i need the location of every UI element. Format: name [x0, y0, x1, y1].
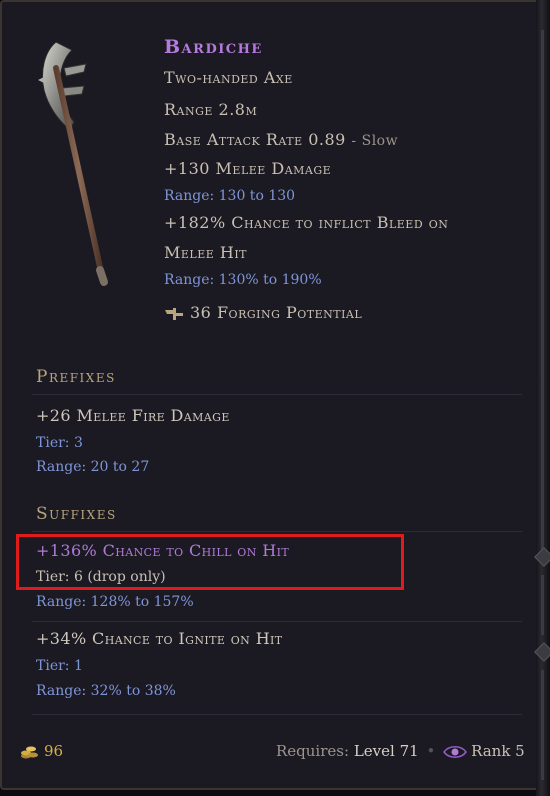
gold-value-row: 96 — [20, 742, 63, 760]
requirement-row: Requires: Level 71 • Rank 5 — [276, 742, 525, 761]
frame-gem — [534, 547, 550, 567]
divider — [32, 714, 522, 715]
frame-bar — [541, 30, 544, 550]
highlight-box — [16, 534, 404, 590]
divider — [32, 394, 522, 395]
implicit-2-line2: Melee Hit — [164, 243, 247, 262]
frame-gem — [534, 642, 550, 662]
suffix-2-text: +34% Chance to Ignite on Hit — [36, 629, 283, 648]
tooltip-frame-border — [534, 0, 550, 796]
rank-eye-icon — [443, 745, 468, 759]
attack-rate: Base Attack Rate 0.89 — [164, 130, 346, 149]
implicit-1-range: Range: 130 to 130 — [164, 188, 296, 204]
frame-bar — [541, 575, 544, 635]
axe-weapon-icon — [38, 41, 108, 286]
prefix-1-text: +26 Melee Fire Damage — [36, 406, 230, 425]
implicit-2-range: Range: 130% to 190% — [164, 272, 322, 288]
divider — [32, 531, 522, 532]
suffix-2-range: Range: 32% to 38% — [36, 683, 176, 699]
suffixes-header: Suffixes — [36, 504, 117, 524]
suffix-2-tier: Tier: 1 — [36, 658, 83, 674]
divider — [32, 621, 522, 622]
item-name: Bardiche — [164, 36, 263, 58]
gold-coins-icon — [21, 746, 38, 759]
item-type: Two-handed Axe — [164, 68, 293, 87]
gold-value: 96 — [44, 742, 64, 760]
prefix-1-range: Range: 20 to 27 — [36, 459, 150, 475]
forging-potential: 36 Forging Potential — [190, 303, 363, 322]
forging-potential-row: 36 Forging Potential — [164, 303, 362, 322]
item-tooltip-panel: Bardiche Two-handed Axe Range 2.8m Base … — [0, 0, 540, 790]
prefixes-header: Prefixes — [36, 367, 116, 387]
attack-speed: - Slow — [351, 133, 399, 149]
prefix-1-tier: Tier: 3 — [36, 435, 83, 451]
implicit-1: +130 Melee Damage — [164, 159, 332, 178]
suffix-1-range: Range: 128% to 157% — [36, 594, 194, 610]
frame-bar — [541, 670, 544, 780]
separator-dot: • — [426, 742, 436, 760]
rank-value: Rank 5 — [471, 742, 525, 760]
requires-label: Requires: — [276, 742, 350, 760]
item-range: Range 2.8m — [164, 100, 258, 119]
implicit-2-line1: +182% Chance to inflict Bleed on — [164, 213, 449, 232]
forging-hammer-icon — [165, 307, 183, 320]
requires-level: Level 71 — [353, 742, 419, 760]
attack-rate-line: Base Attack Rate 0.89 - Slow — [164, 130, 398, 149]
